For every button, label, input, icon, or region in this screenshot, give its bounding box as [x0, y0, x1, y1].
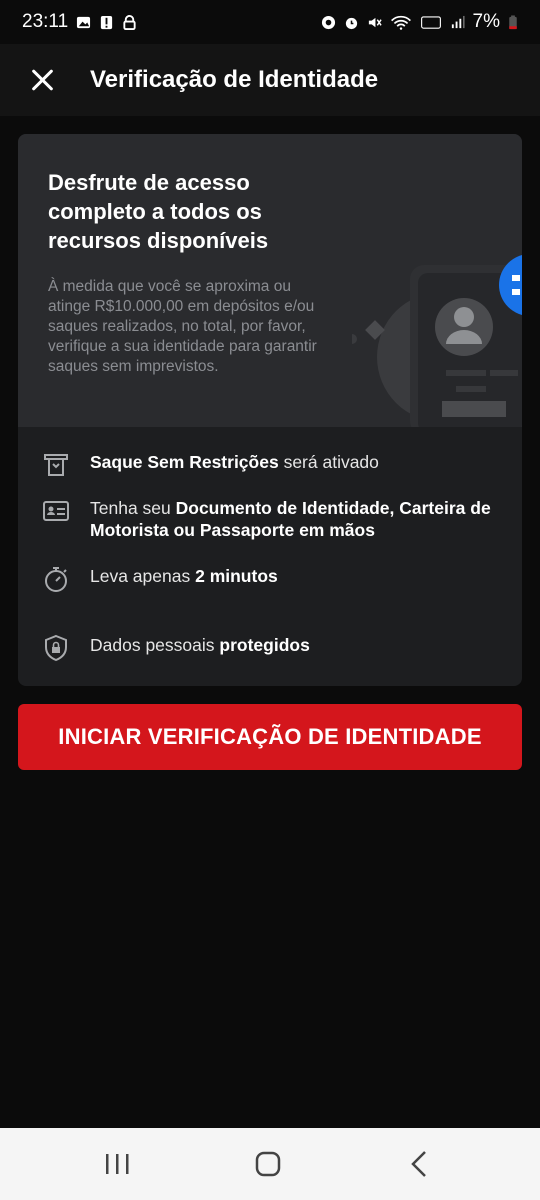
verification-card: Desfrute de acesso completo a todos os r… — [18, 134, 522, 686]
feature-item-protected: Dados pessoais protegidos — [42, 634, 500, 662]
back-icon[interactable] — [400, 1146, 440, 1182]
feature-bold: Saque Sem Restrições — [90, 452, 279, 472]
status-bar: 23:11 7% — [0, 0, 540, 44]
feature-item-withdraw: Saque Sem Restrições será ativado — [42, 451, 500, 479]
feature-pre: Tenha seu — [90, 498, 176, 518]
feature-bold: protegidos — [219, 635, 310, 655]
feature-text: Dados pessoais protegidos — [90, 634, 500, 656]
withdraw-icon — [44, 454, 68, 476]
mute-icon — [368, 17, 382, 27]
feature-pre: Dados pessoais — [90, 635, 220, 655]
system-nav-bar — [0, 1128, 540, 1200]
feature-pre: Leva apenas — [90, 566, 196, 586]
feature-text: Saque Sem Restrições será ativado — [90, 451, 500, 473]
app-notification-icon — [321, 15, 335, 29]
id-card-icon — [43, 501, 69, 521]
start-verification-button[interactable]: INICIAR VERIFICAÇÃO DE IDENTIDADE — [18, 704, 522, 770]
status-left: 23:11 — [22, 11, 137, 33]
status-time: 23:11 — [22, 11, 69, 32]
id-card-illustration — [352, 255, 522, 427]
alert-icon — [101, 15, 113, 29]
feature-text: Tenha seu Documento de Identidade, Carte… — [90, 497, 500, 541]
stopwatch-icon — [45, 567, 67, 592]
app-bar: Verificação de Identidade — [0, 44, 540, 116]
battery-percent: 7% — [472, 11, 500, 32]
status-right: 7% — [321, 11, 518, 33]
recent-apps-icon[interactable] — [97, 1146, 137, 1182]
hero-body: À medida que você se aproxima ou atinge … — [48, 278, 317, 375]
page-title: Verificação de Identidade — [90, 66, 379, 93]
lock-icon — [123, 14, 136, 30]
feature-item-document: Tenha seu Documento de Identidade, Carte… — [42, 497, 500, 541]
home-icon[interactable] — [248, 1146, 288, 1182]
close-icon[interactable] — [28, 66, 56, 94]
feature-text: Leva apenas 2 minutos — [90, 565, 500, 587]
image-icon — [77, 16, 91, 28]
feature-item-time: Leva apenas 2 minutos — [42, 565, 500, 593]
alarm-icon — [345, 17, 357, 29]
hero-section: Desfrute de acesso completo a todos os r… — [18, 134, 522, 427]
feature-rest: será ativado — [278, 452, 379, 472]
feature-bold: 2 minutos — [195, 566, 278, 586]
hero-heading: Desfrute de acesso completo a todos os r… — [48, 170, 269, 253]
battery-icon — [509, 14, 517, 29]
volte-icon — [420, 15, 441, 29]
signal-icon — [451, 15, 465, 28]
wifi-icon — [390, 15, 411, 30]
shield-lock-icon — [45, 634, 67, 662]
